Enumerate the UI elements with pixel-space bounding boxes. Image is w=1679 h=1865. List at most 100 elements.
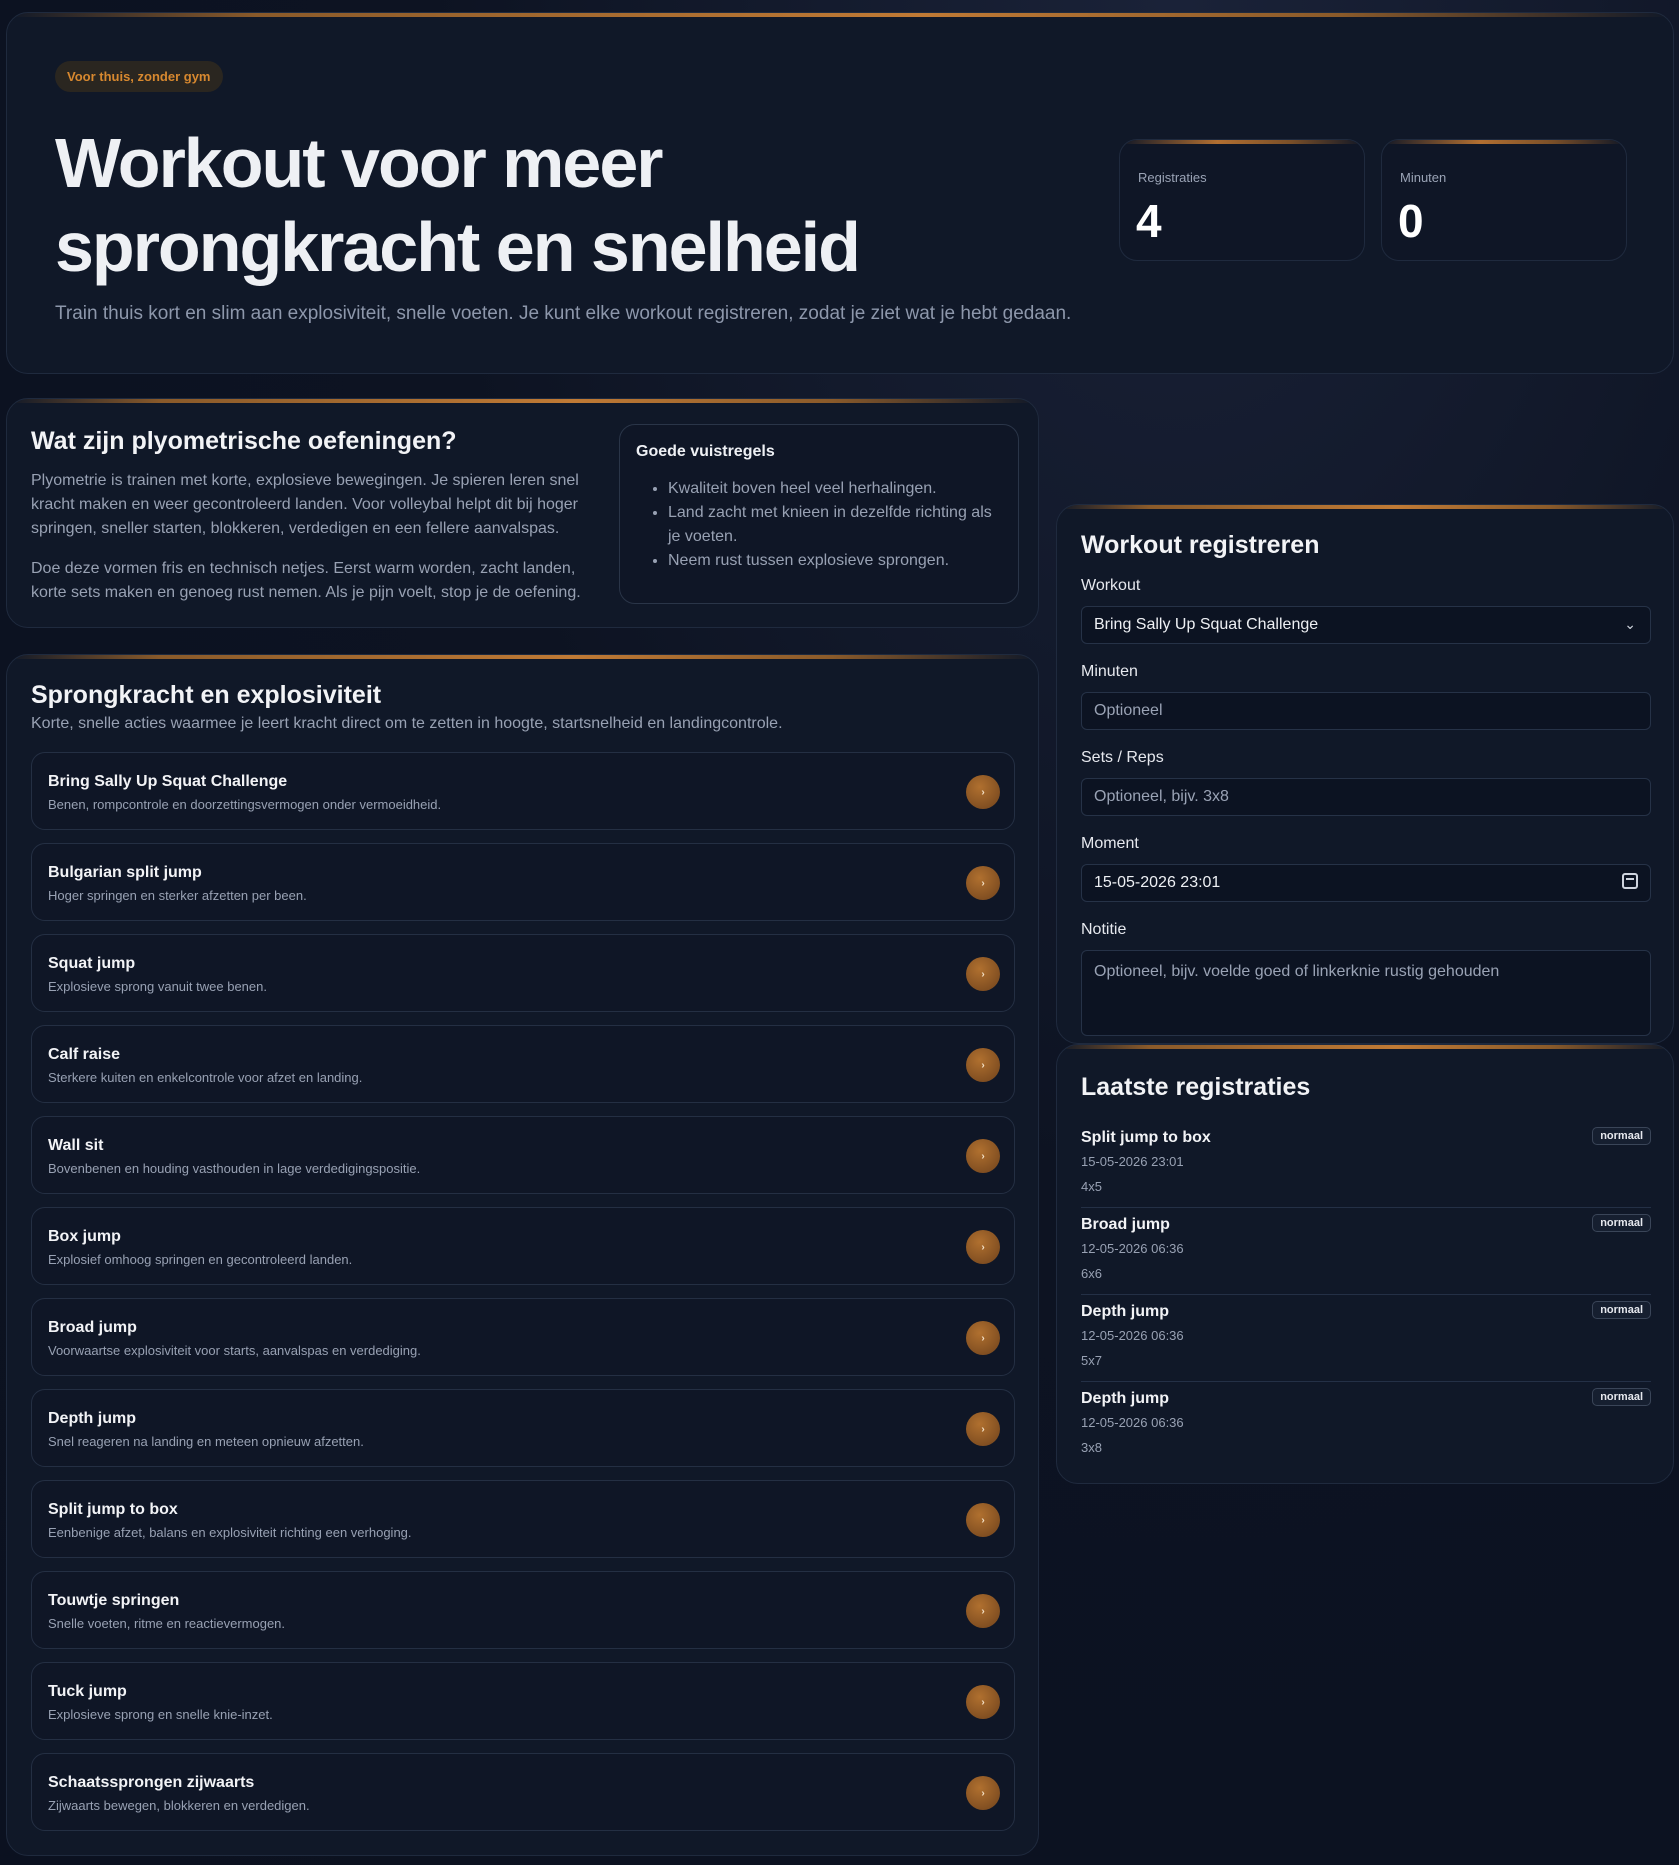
registration-datetime: 12-05-2026 06:36: [1081, 1328, 1184, 1343]
info-card: Wat zijn plyometrische oefeningen? Plyom…: [6, 398, 1039, 628]
exercise-title: Box jump: [48, 1228, 121, 1245]
exercise-desc: Explosief omhoog springen en gecontrolee…: [48, 1252, 353, 1267]
info-paragraph-1: Plyometrie is trainen met korte, explosi…: [31, 472, 579, 537]
registration-datetime: 12-05-2026 06:36: [1081, 1415, 1184, 1430]
exercise-title: Bring Sally Up Squat Challenge: [48, 773, 288, 790]
chevron-right-icon[interactable]: ›: [966, 1503, 1000, 1537]
registration-sets: 4x5: [1081, 1179, 1102, 1194]
registration-sets: 5x7: [1081, 1353, 1102, 1368]
exercise-item[interactable]: Broad jump Voorwaartse explosiviteit voo…: [31, 1298, 1015, 1376]
exercise-item[interactable]: Box jump Explosief omhoog springen en ge…: [31, 1207, 1015, 1285]
recent-registrations-card: Laatste registraties Split jump to box 1…: [1056, 1044, 1674, 1484]
registration-datetime: 15-05-2026 23:01: [1081, 1154, 1184, 1169]
chevron-right-icon[interactable]: ›: [966, 866, 1000, 900]
exercise-item[interactable]: Touwtje springen Snelle voeten, ritme en…: [31, 1571, 1015, 1649]
registration-sets: 3x8: [1081, 1440, 1102, 1455]
exercise-desc: Snel reageren na landing en meteen opnie…: [48, 1434, 364, 1449]
form-title: Workout registreren: [1081, 531, 1320, 559]
hero-subtitle: Train thuis kort en slim aan explosivite…: [55, 303, 1072, 324]
workout-label: Workout: [1081, 577, 1141, 594]
registration-item: Split jump to box 15-05-2026 23:01 4x5 n…: [1081, 1121, 1651, 1208]
exercises-subtitle: Korte, snelle acties waarmee je leert kr…: [31, 715, 783, 732]
exercise-title: Touwtje springen: [48, 1592, 180, 1609]
chevron-right-icon[interactable]: ›: [966, 1048, 1000, 1082]
status-badge: normaal: [1592, 1388, 1651, 1406]
status-badge: normaal: [1592, 1301, 1651, 1319]
info-title: Wat zijn plyometrische oefeningen?: [31, 427, 457, 455]
stat-minutes: Minuten 0: [1381, 139, 1627, 261]
hero-card: Voor thuis, zonder gym Workout voor meer…: [6, 12, 1674, 374]
minutes-input[interactable]: Optioneel: [1081, 692, 1651, 730]
exercise-item[interactable]: Calf raise Sterkere kuiten en enkelcontr…: [31, 1025, 1015, 1103]
note-textarea[interactable]: Optioneel, bijv. voelde goed of linkerkn…: [1081, 950, 1651, 1036]
registration-name: Depth jump: [1081, 1303, 1169, 1320]
minutes-label: Minuten: [1081, 663, 1138, 680]
exercise-desc: Bovenbenen en houding vasthouden in lage…: [48, 1161, 421, 1176]
moment-input[interactable]: 15-05-2026 23:01: [1081, 864, 1651, 902]
chevron-right-icon[interactable]: ›: [966, 957, 1000, 991]
exercise-title: Wall sit: [48, 1137, 104, 1154]
sets-placeholder: Optioneel, bijv. 3x8: [1094, 788, 1229, 805]
registration-sets: 6x6: [1081, 1266, 1102, 1281]
exercise-item[interactable]: Wall sit Bovenbenen en houding vasthoude…: [31, 1116, 1015, 1194]
exercise-desc: Explosieve sprong en snelle knie-inzet.: [48, 1707, 273, 1722]
chevron-down-icon: ⌄: [1624, 616, 1636, 632]
stat-registrations: Registraties 4: [1119, 139, 1365, 261]
exercises-title: Sprongkracht en explosiviteit: [31, 681, 382, 709]
rule-item: Neem rust tussen explosieve sprongen.: [668, 549, 1008, 573]
moment-label: Moment: [1081, 835, 1139, 852]
exercise-title: Calf raise: [48, 1046, 121, 1063]
chevron-right-icon[interactable]: ›: [966, 1321, 1000, 1355]
exercise-title: Bulgarian split jump: [48, 864, 202, 881]
exercise-desc: Explosieve sprong vanuit twee benen.: [48, 979, 267, 994]
workout-form-card: Workout registreren Workout Bring Sally …: [1056, 504, 1674, 1044]
exercise-desc: Hoger springen en sterker afzetten per b…: [48, 888, 307, 903]
stat-label: Registraties: [1138, 170, 1207, 185]
exercise-desc: Benen, rompcontrole en doorzettingsvermo…: [48, 797, 442, 812]
rules-title: Goede vuistregels: [636, 443, 775, 460]
exercise-title: Tuck jump: [48, 1683, 127, 1700]
exercise-item[interactable]: Tuck jump Explosieve sprong en snelle kn…: [31, 1662, 1015, 1740]
exercises-card: Sprongkracht en explosiviteit Korte, sne…: [6, 654, 1039, 1856]
exercise-title: Schaatssprongen zijwaarts: [48, 1774, 255, 1791]
info-paragraph-2: Doe deze vormen fris en technisch netjes…: [31, 560, 581, 601]
registration-item: Broad jump 12-05-2026 06:36 6x6 normaal: [1081, 1208, 1651, 1295]
chevron-right-icon[interactable]: ›: [966, 1594, 1000, 1628]
registration-name: Broad jump: [1081, 1216, 1170, 1233]
exercise-title: Split jump to box: [48, 1501, 178, 1518]
exercise-title: Broad jump: [48, 1319, 137, 1336]
exercise-list: Bring Sally Up Squat Challenge Benen, ro…: [31, 752, 1015, 1844]
exercise-item[interactable]: Bulgarian split jump Hoger springen en s…: [31, 843, 1015, 921]
rules-box: Goede vuistregels Kwaliteit boven heel v…: [619, 424, 1019, 604]
registration-name: Depth jump: [1081, 1390, 1169, 1407]
registration-list: Split jump to box 15-05-2026 23:01 4x5 n…: [1081, 1121, 1651, 1469]
chevron-right-icon[interactable]: ›: [966, 1685, 1000, 1719]
rule-item: Kwaliteit boven heel veel herhalingen.: [668, 477, 1008, 501]
registration-datetime: 12-05-2026 06:36: [1081, 1241, 1184, 1256]
rules-list: Kwaliteit boven heel veel herhalingen. L…: [668, 477, 1008, 573]
exercise-item[interactable]: Squat jump Explosieve sprong vanuit twee…: [31, 934, 1015, 1012]
exercise-item[interactable]: Schaatssprongen zijwaarts Zijwaarts bewe…: [31, 1753, 1015, 1831]
sets-input[interactable]: Optioneel, bijv. 3x8: [1081, 778, 1651, 816]
workout-select[interactable]: Bring Sally Up Squat Challenge ⌄: [1081, 606, 1651, 644]
chevron-right-icon[interactable]: ›: [966, 1776, 1000, 1810]
chevron-right-icon[interactable]: ›: [966, 1139, 1000, 1173]
exercise-item[interactable]: Depth jump Snel reageren na landing en m…: [31, 1389, 1015, 1467]
exercise-desc: Eenbenige afzet, balans en explosiviteit…: [48, 1525, 412, 1540]
workout-select-value: Bring Sally Up Squat Challenge: [1094, 616, 1319, 633]
chevron-right-icon[interactable]: ›: [966, 775, 1000, 809]
minutes-placeholder: Optioneel: [1094, 702, 1163, 719]
status-badge: normaal: [1592, 1127, 1651, 1145]
note-label: Notitie: [1081, 921, 1127, 938]
stat-value: 4: [1136, 195, 1162, 247]
exercise-item[interactable]: Split jump to box Eenbenige afzet, balan…: [31, 1480, 1015, 1558]
moment-value: 15-05-2026 23:01: [1094, 874, 1221, 891]
exercise-desc: Sterkere kuiten en enkelcontrole voor af…: [48, 1070, 363, 1085]
chevron-right-icon[interactable]: ›: [966, 1230, 1000, 1264]
exercise-item[interactable]: Bring Sally Up Squat Challenge Benen, ro…: [31, 752, 1015, 830]
sets-label: Sets / Reps: [1081, 749, 1164, 766]
calendar-icon[interactable]: [1622, 873, 1638, 889]
chevron-right-icon[interactable]: ›: [966, 1412, 1000, 1446]
exercise-desc: Voorwaartse explosiviteit voor starts, a…: [48, 1343, 421, 1358]
exercise-title: Squat jump: [48, 955, 136, 972]
